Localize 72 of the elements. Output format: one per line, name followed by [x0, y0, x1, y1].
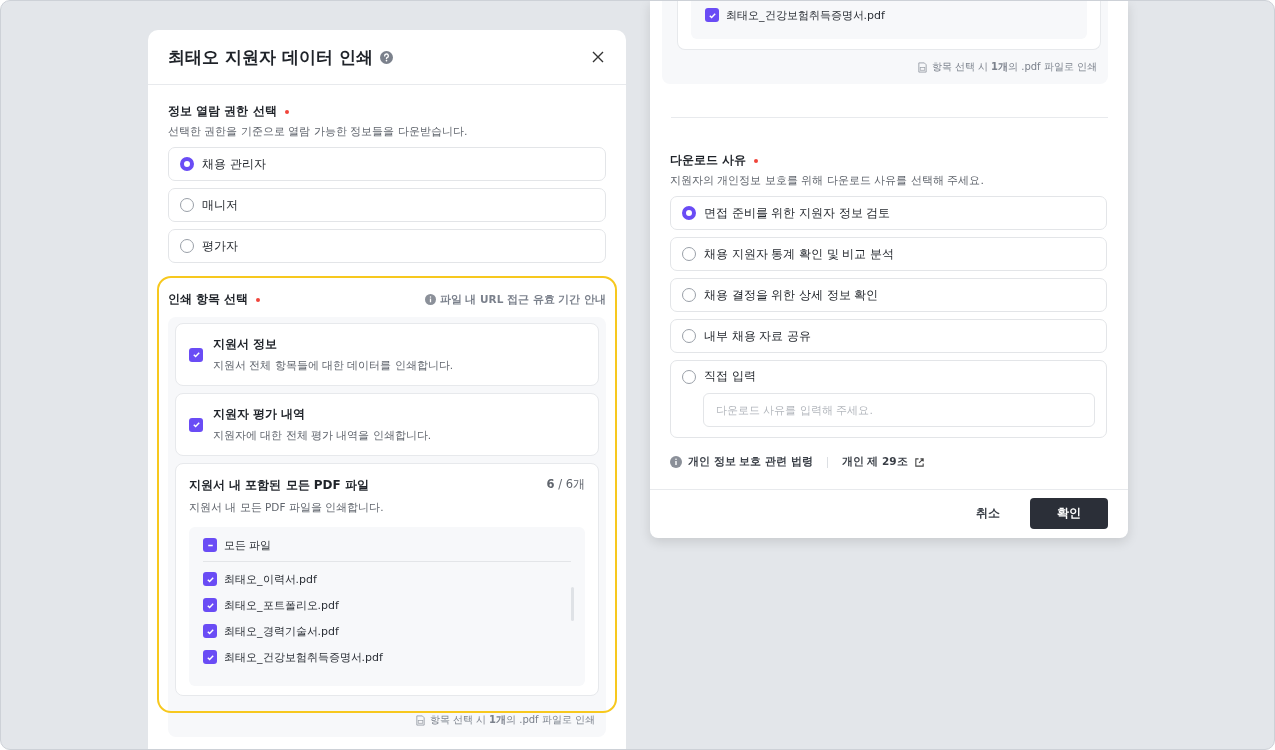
legal-label: 개인 정보 보호 관련 법령	[688, 455, 813, 469]
checkbox[interactable]	[705, 8, 719, 22]
item-description: 지원서 전체 항목들에 대한 데이터를 인쇄합니다.	[213, 359, 454, 373]
file-name: 최태오_포트폴리오.pdf	[224, 597, 339, 613]
radio-button[interactable]	[180, 157, 194, 171]
radio-option[interactable]: 직접 입력 다운로드 사유를 입력해 주세요.	[670, 360, 1107, 438]
option-label: 직접 입력	[704, 369, 756, 384]
section-label: 정보 열람 권한 선택	[168, 103, 277, 120]
check-icon	[707, 10, 717, 20]
option-label: 매니저	[202, 197, 238, 213]
section-label: 인쇄 항목 선택	[168, 291, 249, 308]
check-icon	[191, 350, 201, 359]
option-label: 평가자	[202, 238, 238, 254]
option-label: 내부 채용 자료 공유	[704, 328, 811, 344]
checkbox[interactable]	[189, 417, 203, 432]
radio-button[interactable]	[180, 198, 194, 212]
file-count: 6 / 6개	[546, 477, 585, 493]
file-name: 최태오_경력기술서.pdf	[224, 623, 339, 639]
option-label: 채용 지원자 통계 확인 및 비교 분석	[704, 246, 894, 262]
radio-button[interactable]	[682, 369, 696, 384]
info-icon	[670, 456, 682, 468]
radio-button[interactable]	[682, 329, 696, 343]
file-name: 모든 파일	[224, 537, 272, 553]
file-name: 최태오_건강보험취득증명서.pdf	[726, 7, 885, 23]
checkbox[interactable]	[203, 572, 217, 586]
radio-option[interactable]: 채용 결정을 위한 상세 정보 확인	[670, 278, 1107, 312]
checkbox[interactable]	[189, 347, 203, 362]
help-icon[interactable]	[379, 50, 393, 64]
checkbox[interactable]	[203, 598, 217, 612]
radio-button[interactable]	[180, 239, 194, 253]
info-link[interactable]: 파일 내 URL 접근 유효 기간 안내	[439, 292, 606, 307]
check-icon	[205, 626, 215, 636]
close-icon[interactable]	[592, 51, 604, 63]
document-icon	[414, 714, 426, 726]
item-description: 지원서 내 모든 PDF 파일을 인쇄합니다.	[188, 501, 385, 515]
print-note: 항목 선택 시 1개의 .pdf 파일로 인쇄	[931, 60, 1097, 74]
item-description: 지원자에 대한 전체 평가 내역을 인쇄합니다.	[213, 429, 432, 443]
check-icon	[205, 600, 215, 610]
check-icon	[191, 420, 201, 429]
file-name: 최태오_건강보험취득증명서.pdf	[224, 649, 383, 665]
external-link-icon[interactable]	[913, 456, 925, 468]
document-icon	[916, 61, 928, 73]
section-description: 지원자의 개인정보 보호를 위해 다운로드 사유를 선택해 주세요.	[670, 173, 985, 188]
radio-button[interactable]	[682, 206, 696, 220]
checkbox[interactable]	[203, 538, 217, 552]
section-label: 다운로드 사유	[670, 152, 747, 169]
radio-option[interactable]: 면접 준비를 위한 지원자 정보 검토	[670, 196, 1107, 230]
reason-input-field[interactable]: 다운로드 사유를 입력해 주세요.	[703, 393, 1095, 427]
radio-option[interactable]: 평가자	[168, 229, 606, 263]
info-icon	[424, 294, 436, 305]
option-label: 면접 준비를 위한 지원자 정보 검토	[704, 205, 891, 221]
radio-button[interactable]	[682, 247, 696, 261]
confirm-button[interactable]: 확인	[1030, 498, 1108, 529]
option-label: 채용 관리자	[202, 156, 266, 172]
check-icon	[205, 574, 215, 584]
file-name: 최태오_이력서.pdf	[224, 571, 317, 587]
dialog-title: 최태오 지원자 데이터 인쇄	[168, 45, 373, 69]
checkbox[interactable]	[203, 624, 217, 638]
checkbox[interactable]	[203, 650, 217, 664]
item-title: 지원자 평가 내역	[213, 406, 307, 423]
radio-option[interactable]: 채용 관리자	[168, 147, 606, 181]
item-title: 지원서 정보	[213, 336, 279, 353]
print-note: 항목 선택 시 1개의 .pdf 파일로 인쇄	[429, 713, 595, 727]
radio-option[interactable]: 매니저	[168, 188, 606, 222]
item-title: 지원서 내 포함된 모든 PDF 파일	[189, 477, 369, 494]
option-label: 채용 결정을 위한 상세 정보 확인	[704, 287, 879, 303]
radio-button[interactable]	[682, 288, 696, 302]
section-description: 선택한 권한을 기준으로 열람 가능한 정보들을 다운받습니다.	[168, 124, 469, 139]
law-link[interactable]: 개인 제 29조	[841, 455, 908, 469]
radio-option[interactable]: 채용 지원자 통계 확인 및 비교 분석	[670, 237, 1107, 271]
radio-option[interactable]: 내부 채용 자료 공유	[670, 319, 1107, 353]
check-icon	[205, 652, 215, 662]
